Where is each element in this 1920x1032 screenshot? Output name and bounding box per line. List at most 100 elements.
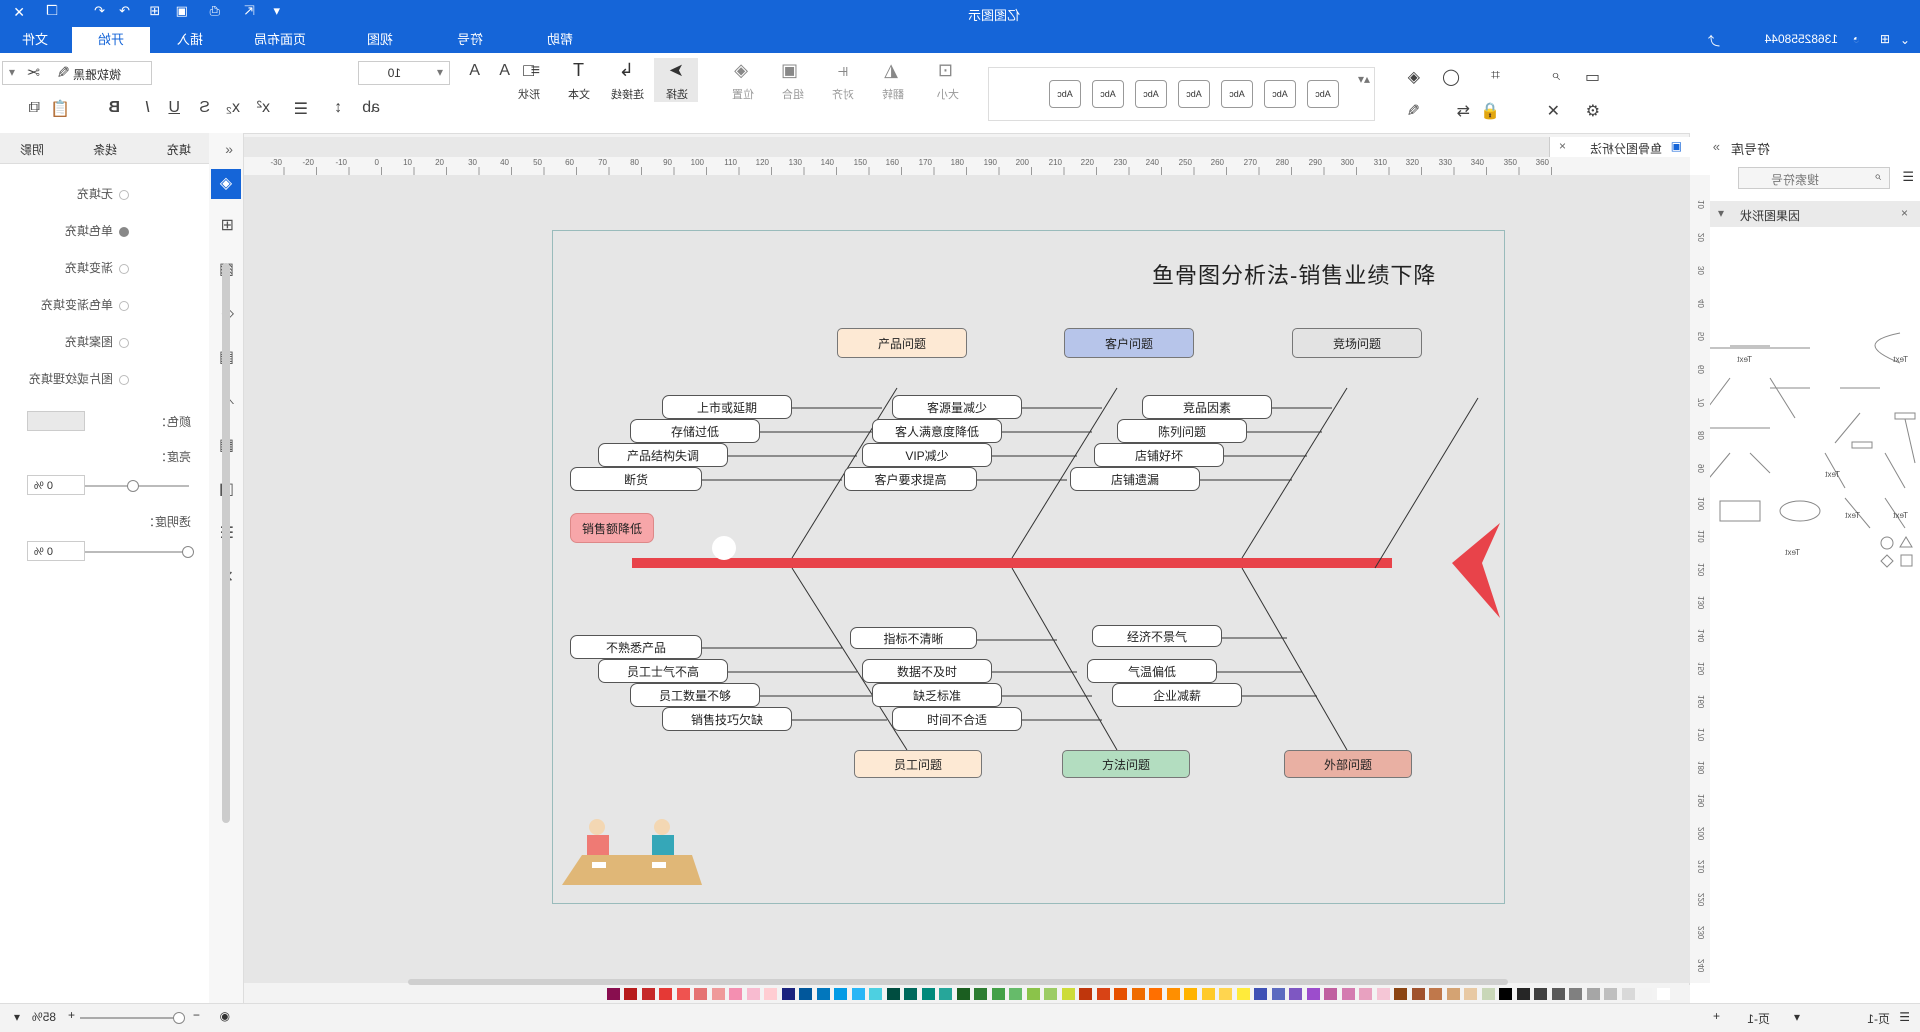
category-staff[interactable]: 员工问题	[854, 750, 982, 778]
position-button[interactable]: ◈ 位置	[720, 58, 760, 102]
palette-swatch[interactable]	[1009, 988, 1023, 1000]
palette-swatch[interactable]	[887, 988, 900, 1000]
fill-option-gradient[interactable]: 渐变填充	[65, 259, 129, 276]
library-text-shape-6[interactable]: Text	[1785, 548, 1800, 557]
cause-external-3[interactable]: 企业减薪	[1112, 683, 1242, 707]
palette-swatch[interactable]	[1534, 988, 1548, 1000]
font-size-select[interactable]: 10 ▾	[358, 61, 450, 85]
text-case-icon[interactable]: ab	[362, 99, 380, 117]
cause-market-4[interactable]: 店铺遗漏	[1070, 467, 1200, 491]
palette-swatch[interactable]	[1062, 988, 1075, 1000]
print-icon[interactable]: ⎙	[210, 3, 220, 19]
connector-button[interactable]: ↳ 连接线	[604, 58, 648, 102]
palette-swatch[interactable]	[1027, 988, 1040, 1000]
library-text-shape-5[interactable]: Text	[1893, 511, 1908, 520]
cause-product-2[interactable]: 存储过低	[630, 419, 760, 443]
tab-fill[interactable]: 填充	[167, 141, 191, 158]
tools-icon[interactable]: ✕	[1547, 101, 1560, 121]
subscript-icon[interactable]: x₂	[226, 99, 240, 117]
palette-swatch[interactable]	[1114, 988, 1128, 1000]
cause-method-2[interactable]: 数据不及时	[862, 659, 992, 683]
cause-market-2[interactable]: 陈列问题	[1117, 419, 1247, 443]
line-color-icon[interactable]: ◯	[1442, 67, 1460, 87]
palette-swatch[interactable]	[1499, 988, 1513, 1000]
horizontal-scrollbar[interactable]	[408, 979, 1508, 985]
cause-customer-3[interactable]: VIP减少	[862, 443, 992, 467]
cause-market-3[interactable]: 店铺好坏	[1094, 443, 1224, 467]
play-icon[interactable]: ◉	[220, 1009, 230, 1023]
palette-swatch[interactable]	[817, 988, 830, 1000]
palette-swatch[interactable]	[1254, 988, 1268, 1000]
library-text-shape-2[interactable]: Text	[1893, 355, 1908, 364]
text-button[interactable]: T 文本	[556, 58, 596, 102]
library-text-shape-4[interactable]: Text	[1845, 511, 1860, 520]
palette-swatch[interactable]	[992, 988, 1005, 1000]
font-name-select[interactable]: 微软雅黑 ▾	[2, 61, 152, 85]
cause-method-3[interactable]: 缺乏标准	[872, 683, 1002, 707]
palette-swatch[interactable]	[1412, 988, 1425, 1000]
tab-symbol[interactable]: 符号	[440, 27, 500, 53]
category-method[interactable]: 方法问题	[1062, 750, 1190, 778]
shade-stepper[interactable]: 0 %	[27, 475, 85, 495]
chevron-down-icon[interactable]: ▾	[1794, 1010, 1800, 1024]
palette-swatch[interactable]	[1482, 988, 1495, 1000]
palette-swatch[interactable]	[1342, 988, 1355, 1000]
save-icon[interactable]: ▣	[176, 3, 188, 19]
page-name[interactable]: 页-1	[1867, 1010, 1890, 1027]
palette-swatch[interactable]	[1289, 988, 1303, 1000]
palette-swatch[interactable]	[1447, 988, 1460, 1000]
palette-swatch[interactable]	[694, 988, 708, 1000]
color-picker[interactable]	[27, 411, 85, 431]
cut-icon[interactable]: ✂	[27, 63, 40, 83]
palette-swatch[interactable]	[1184, 988, 1198, 1000]
arrange-icon[interactable]: ⇆	[1457, 101, 1470, 121]
underline-icon[interactable]: U	[168, 99, 180, 117]
zoom-out-icon[interactable]: −	[193, 1008, 200, 1022]
shade-slider-knob[interactable]	[127, 480, 139, 492]
zoom-level[interactable]: 85%	[32, 1010, 56, 1024]
line-spacing-icon[interactable]: ↕	[334, 99, 342, 117]
new-icon[interactable]: ⊞	[149, 3, 160, 19]
flip-button[interactable]: ◭ 翻转	[870, 58, 910, 102]
palette-swatch[interactable]	[1429, 988, 1443, 1000]
palette-swatch[interactable]	[1079, 988, 1093, 1000]
gallery-scroll-icon[interactable]: ▴▾	[1358, 72, 1370, 86]
cause-method-4[interactable]: 时间不合适	[892, 707, 1022, 731]
palette-swatch[interactable]	[904, 988, 918, 1000]
palette-swatch[interactable]	[1097, 988, 1110, 1000]
style-preset-7[interactable]: Abc	[1049, 80, 1081, 108]
close-icon[interactable]: ×	[1901, 206, 1908, 220]
tab-page-layout[interactable]: 页面布局	[240, 27, 320, 53]
cause-staff-4[interactable]: 销售技巧欠缺	[662, 707, 792, 731]
panel-scrollbar[interactable]	[222, 263, 230, 823]
palette-swatch[interactable]	[677, 988, 690, 1000]
cause-customer-2[interactable]: 客人满意度降低	[872, 419, 1002, 443]
fill-option-pattern[interactable]: 图案填充	[65, 333, 129, 350]
transparency-stepper[interactable]: 0 %	[27, 541, 85, 561]
palette-swatch[interactable]	[642, 988, 655, 1000]
tab-shadow[interactable]: 阴影	[20, 141, 44, 158]
palette-swatch[interactable]	[764, 988, 778, 1000]
style-preset-4[interactable]: Abc	[1178, 80, 1210, 108]
palette-swatch[interactable]	[659, 988, 673, 1000]
lock-icon[interactable]: 🔒	[1480, 101, 1500, 121]
palette-swatch[interactable]	[834, 988, 848, 1000]
collapse-icon[interactable]: «	[225, 141, 233, 157]
palette-swatch[interactable]	[1622, 988, 1635, 1000]
palette-swatch[interactable]	[852, 988, 865, 1000]
palette-swatch[interactable]	[729, 988, 743, 1000]
share-icon[interactable]: ⤴	[1708, 32, 1720, 49]
zoom-in-icon[interactable]: +	[68, 1008, 75, 1022]
palette-swatch[interactable]	[1044, 988, 1058, 1000]
cause-customer-4[interactable]: 客户要求提高	[844, 467, 977, 491]
redo-icon[interactable]: ↷	[119, 3, 130, 19]
palette-swatch[interactable]	[1307, 988, 1320, 1000]
palette-swatch[interactable]	[1587, 988, 1600, 1000]
palette-swatch[interactable]	[1272, 988, 1285, 1000]
more-icon[interactable]: ▾	[273, 3, 280, 19]
cause-staff-2[interactable]: 员工士气不高	[598, 659, 728, 683]
palette-swatch[interactable]	[799, 988, 813, 1000]
palette-swatch[interactable]	[1552, 988, 1565, 1000]
restore-icon[interactable]: ❐	[46, 3, 58, 19]
cause-staff-3[interactable]: 员工数量不够	[630, 683, 760, 707]
